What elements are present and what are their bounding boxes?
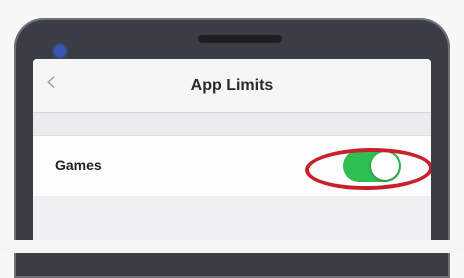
app-screen: ‹ App Limits Games (33, 59, 431, 244)
lower-list-area (33, 196, 431, 244)
front-camera-icon (53, 44, 67, 58)
settings-row-label: Games (55, 157, 102, 173)
section-spacer (33, 113, 431, 135)
navigation-bar: ‹ App Limits (33, 59, 431, 113)
highlight-annotation-ring (304, 146, 431, 192)
settings-row-games[interactable]: Games (33, 135, 431, 197)
earpiece-speaker (198, 35, 282, 43)
bottom-edge (0, 240, 464, 253)
page-title: App Limits (190, 77, 274, 94)
